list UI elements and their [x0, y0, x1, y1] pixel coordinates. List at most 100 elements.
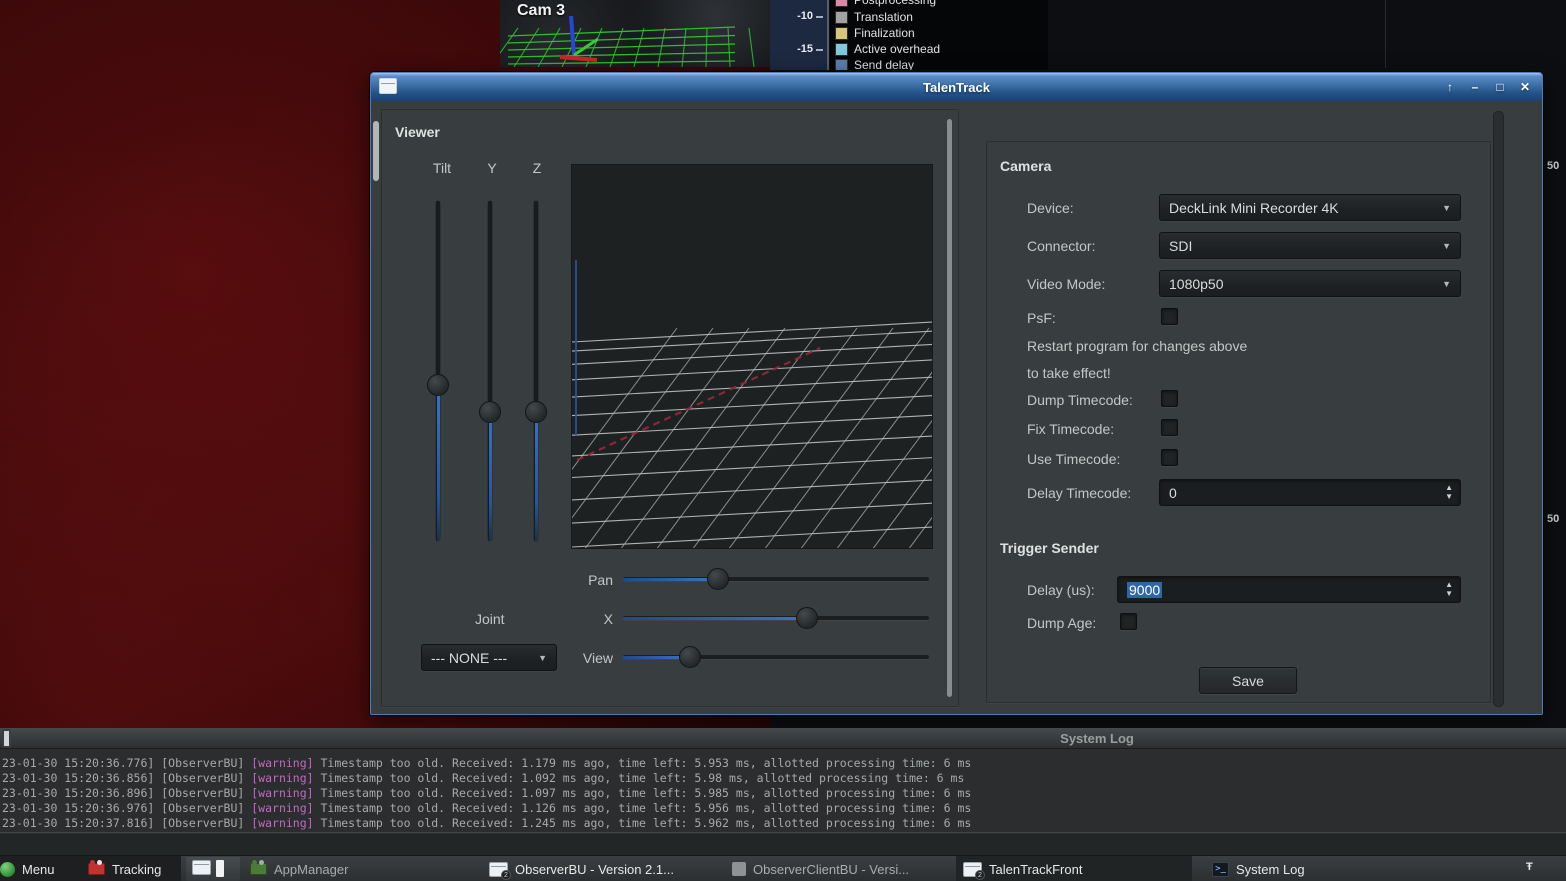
chevron-down-icon: ▼ [1442, 279, 1451, 289]
log-line: 23-01-30 15:20:37.816] [ObserverBU] [war… [2, 816, 1566, 831]
terminal-icon: >_ [1212, 862, 1229, 877]
tilt-slider[interactable] [427, 201, 449, 541]
trigger-delay-spinbox[interactable]: 9000 ▲ ▼ [1117, 576, 1461, 603]
video-mode-label: Video Mode: [1027, 276, 1105, 292]
spin-up-icon[interactable]: ▲ [1445, 580, 1453, 589]
legend-swatch [835, 43, 848, 56]
video-mode-select[interactable]: 1080p50 ▼ [1159, 270, 1461, 297]
window-icon [192, 860, 211, 875]
window-titlebar[interactable]: TalenTrack ↑ – □ ✕ [371, 73, 1542, 101]
taskbar-window-tile[interactable] [186, 857, 240, 881]
chevron-down-icon: ▼ [1442, 241, 1451, 251]
systemlog-label: System Log [1236, 862, 1305, 877]
y-slider[interactable] [479, 201, 501, 541]
joint-select-value: --- NONE --- [431, 650, 507, 666]
taskbar-menu-button[interactable]: Menu [7, 856, 55, 881]
tray-icon[interactable]: Ŧ [1526, 861, 1535, 873]
spin-up-icon[interactable]: ▲ [1445, 483, 1453, 492]
slider-handle[interactable] [679, 646, 701, 668]
device-select[interactable]: DeckLink Mini Recorder 4K ▼ [1159, 194, 1461, 221]
taskbar-tracking-button[interactable]: Tracking [88, 856, 161, 881]
window-scrollbar-thumb[interactable] [373, 121, 379, 181]
cam3-label: Cam 3 [517, 2, 565, 20]
pan-slider[interactable] [623, 568, 929, 590]
log-line: 23-01-30 15:20:36.896] [ObserverBU] [war… [2, 786, 1566, 801]
taskbar-observerbu-button[interactable]: 2 ObserverBU - Version 2.1... [489, 856, 674, 881]
spin-down-icon[interactable]: ▼ [1445, 589, 1453, 598]
panel-drag-handle[interactable] [2, 729, 11, 748]
viewer-scrollbar[interactable] [947, 119, 952, 697]
restart-warning-line2: to take effect! [1027, 365, 1111, 381]
psf-label: PsF: [1027, 310, 1056, 326]
cam3-preview-window: Cam 3 [500, 0, 770, 67]
connector-select[interactable]: SDI ▼ [1159, 232, 1461, 259]
joint-select[interactable]: --- NONE --- ▼ [421, 644, 557, 671]
delay-timecode-label: Delay Timecode: [1027, 485, 1131, 501]
restart-warning-line1: Restart program for changes above [1027, 338, 1247, 354]
use-timecode-checkbox[interactable] [1161, 449, 1178, 466]
chart-tick: -10 [797, 10, 813, 22]
edge-axis-tick: 50 [1547, 160, 1559, 172]
taskbar-appmanager-button[interactable]: AppManager [250, 856, 348, 881]
shade-button[interactable]: ↑ [1443, 80, 1457, 94]
pan-slider-label: Pan [543, 572, 613, 588]
slider-handle[interactable] [707, 568, 729, 590]
x-slider[interactable] [623, 607, 929, 629]
device-label: Device: [1027, 200, 1074, 216]
3d-viewport[interactable] [571, 164, 933, 549]
badge-icon: 2 [501, 870, 511, 880]
y-slider-label: Y [472, 160, 512, 176]
legend-swatch [835, 27, 848, 40]
slider-fill [437, 385, 440, 541]
taskbar-talentrackfront-button[interactable]: 2 TalenTrackFront [963, 856, 1082, 881]
dump-age-label: Dump Age: [1027, 615, 1096, 631]
chart-gridline [1385, 0, 1386, 68]
view-slider[interactable] [623, 646, 929, 668]
taskbar-observerclient-button[interactable]: ObserverClientBU - Versi... [732, 856, 909, 881]
badge-icon: 2 [975, 870, 985, 880]
slider-handle[interactable] [479, 401, 501, 423]
legend-item: Send delay [835, 58, 914, 70]
system-log-title: System Log [1060, 731, 1134, 746]
minimize-button[interactable]: – [1468, 80, 1482, 94]
chart-legend: Postprocessing Translation Finalization … [830, 0, 1048, 70]
slider-handle[interactable] [525, 401, 547, 423]
taskbar-systemlog-button[interactable]: >_ System Log [1212, 856, 1305, 881]
slider-handle[interactable] [796, 607, 818, 629]
system-log-titlebar[interactable]: System Log [0, 728, 1566, 749]
psf-checkbox[interactable] [1161, 308, 1178, 325]
save-button[interactable]: Save [1199, 667, 1297, 694]
z-slider[interactable] [525, 201, 547, 541]
slider-fill [623, 617, 807, 620]
legend-item: Postprocessing [835, 0, 936, 7]
talentrack-window: TalenTrack ↑ – □ ✕ Viewer Tilt Y Z Pan J [370, 72, 1543, 715]
dump-age-checkbox[interactable] [1120, 613, 1137, 630]
close-button[interactable]: ✕ [1518, 80, 1532, 94]
maximize-button[interactable]: □ [1493, 80, 1507, 94]
trigger-delay-label: Delay (us): [1027, 582, 1095, 598]
delay-timecode-spinbox[interactable]: 0 ▲ ▼ [1159, 479, 1461, 506]
legend-label: Translation [854, 10, 913, 24]
window-title: TalenTrack [923, 80, 990, 95]
pane-icon [216, 860, 224, 877]
window-menu-icon[interactable] [379, 78, 397, 94]
spin-down-icon[interactable]: ▼ [1445, 492, 1453, 501]
tilt-slider-label: Tilt [422, 160, 462, 176]
dump-timecode-checkbox[interactable] [1161, 390, 1178, 407]
fix-timecode-checkbox[interactable] [1161, 419, 1178, 436]
warning-tag: [warning] [251, 756, 313, 770]
chevron-down-icon: ▼ [1442, 203, 1451, 213]
wireframe-grid [572, 165, 933, 549]
menu-label: Menu [22, 862, 55, 877]
delay-timecode-value: 0 [1169, 485, 1177, 501]
view-slider-label: View [543, 650, 613, 666]
trigger-delay-value: 9000 [1127, 582, 1162, 598]
legend-label: Send delay [854, 58, 914, 70]
tracking-label: Tracking [112, 862, 161, 877]
slider-handle[interactable] [427, 374, 449, 396]
log-output[interactable]: 23-01-30 15:20:36.776] [ObserverBU] [war… [0, 749, 1566, 833]
chart-axis-line [827, 0, 829, 70]
legend-item: Translation [835, 10, 913, 24]
connector-label: Connector: [1027, 238, 1095, 254]
window-scrollbar[interactable] [1493, 111, 1504, 707]
